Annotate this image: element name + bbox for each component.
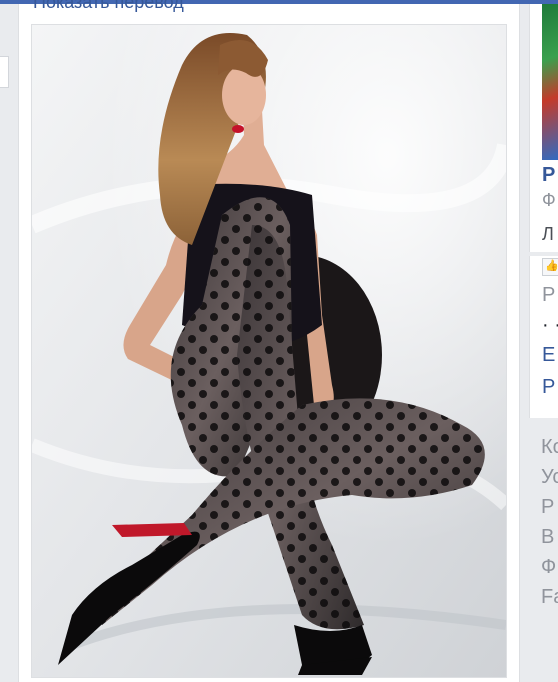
see-translation-link[interactable]: Показать перевод (33, 0, 184, 13)
page-card-line-2: · · (542, 314, 558, 336)
ad-title[interactable]: P (542, 164, 555, 187)
photo-image (32, 25, 506, 677)
thumbs-up-icon: 👍 (545, 260, 558, 272)
sponsored-ad[interactable]: P Ф Л (529, 4, 558, 252)
post-photo[interactable] (31, 24, 507, 678)
page-card-line-3[interactable]: E (542, 344, 555, 367)
footer-link[interactable]: Ко (541, 432, 558, 462)
left-sidebar-tab[interactable] (0, 56, 9, 88)
like-page-button[interactable]: 👍 (542, 258, 558, 276)
ad-like-line: Л (542, 224, 554, 244)
page-card-line-1: P (542, 284, 556, 306)
left-margin (0, 4, 18, 682)
ad-subtitle: Ф (542, 190, 556, 210)
footer-link[interactable]: Ф (541, 552, 558, 582)
page-suggestion-card: 👍 P · · E P (529, 256, 558, 418)
post-card: Показать перевод (18, 0, 520, 682)
footer-links: Ко Ус Р В Ф Fa (541, 432, 558, 612)
page-card-line-4[interactable]: P (542, 376, 555, 399)
footer-link[interactable]: В (541, 522, 558, 552)
footer-link[interactable]: Ус (541, 462, 558, 492)
footer-link[interactable]: Fa (541, 582, 558, 612)
footer-link[interactable]: Р (541, 492, 558, 522)
ad-thumbnail[interactable] (542, 4, 558, 160)
right-sidebar: P Ф Л 👍 P · · E P Ко Ус Р В Ф Fa (529, 4, 558, 682)
